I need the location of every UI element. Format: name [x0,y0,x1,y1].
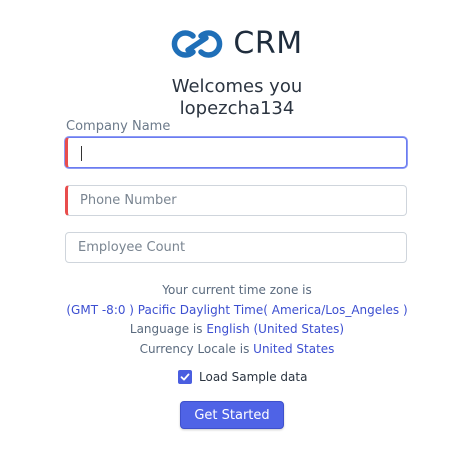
currency-label: Currency Locale is [139,342,250,356]
get-started-button[interactable]: Get Started [180,401,284,429]
currency-row: Currency Locale is United States [0,342,474,356]
company-name-input[interactable] [68,138,406,167]
employee-count-field[interactable] [65,232,407,263]
brand-logo: CRM [0,26,474,61]
phone-number-field[interactable] [65,185,407,216]
welcome-line: Welcomes you [171,76,303,97]
timezone-heading: Your current time zone is [162,283,312,297]
timezone-link[interactable]: (GMT -8:0 ) Pacific Daylight Time( Ameri… [0,303,474,317]
welcome-message: Welcomes you lopezcha134 [0,76,474,120]
company-name-field[interactable] [65,137,407,168]
checkmark-icon [180,373,190,381]
load-sample-data-option[interactable]: Load Sample data [178,370,307,384]
language-label: Language is [129,322,203,336]
employee-count-input[interactable] [66,233,406,262]
load-sample-data-label: Load Sample data [199,370,308,384]
company-name-label: Company Name [66,119,171,134]
load-sample-data-checkbox[interactable] [178,370,192,384]
zoho-crm-logo-icon [172,29,223,58]
username: lopezcha134 [179,98,295,119]
text-cursor [81,146,82,161]
currency-link[interactable]: United States [253,342,334,356]
brand-name: CRM [233,26,303,61]
language-row: Language is English (United States) [0,322,474,336]
language-link[interactable]: English (United States) [206,322,344,336]
phone-number-input[interactable] [68,186,406,215]
